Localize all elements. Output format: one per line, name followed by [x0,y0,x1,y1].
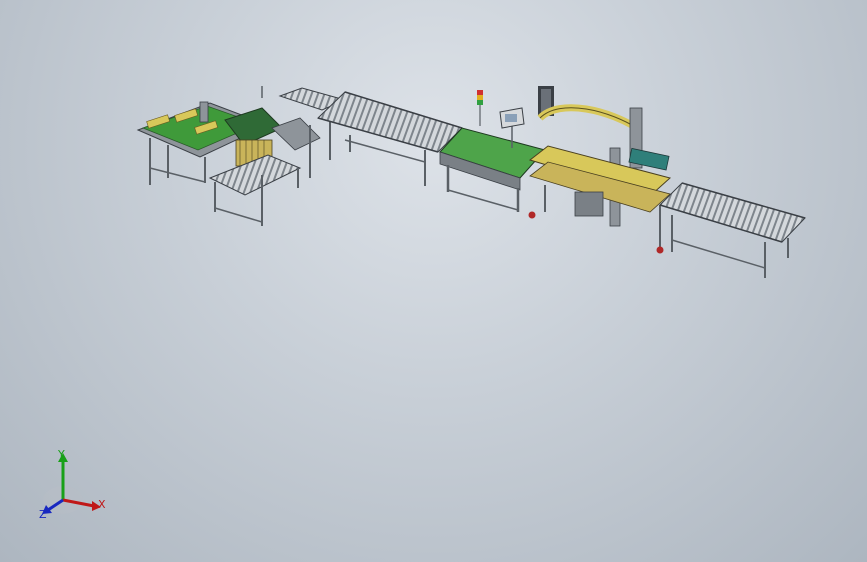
graphics-viewport[interactable]: Y X Z [0,0,867,562]
z-axis-label: Z [39,508,47,521]
x-axis-label: X [98,498,106,511]
y-axis-label: Y [57,448,65,461]
coordinate-triad: Y X Z [39,448,106,521]
stack-light [477,90,483,126]
assembly-model[interactable] [0,0,867,562]
main-roller-conveyor[interactable] [317,91,463,186]
outfeed-roller-conveyor[interactable] [659,182,806,278]
case-sealer[interactable] [528,86,672,254]
belt-table[interactable] [439,127,546,219]
